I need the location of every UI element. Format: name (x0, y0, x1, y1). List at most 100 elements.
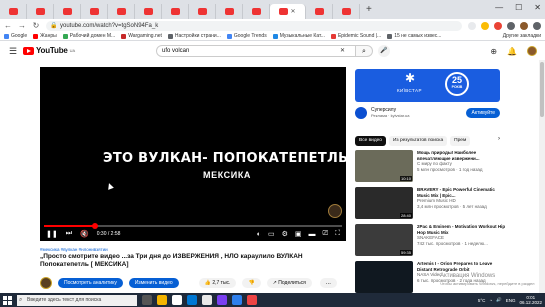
minimize-icon[interactable]: — (495, 3, 503, 12)
browser-tab[interactable] (306, 4, 333, 19)
bookmark-item[interactable]: Музыкальные Кат... (272, 33, 325, 39)
share-icon[interactable] (468, 21, 476, 30)
app-icon[interactable] (217, 295, 227, 305)
clear-search-icon[interactable]: ✕ (340, 47, 345, 54)
view-analytics-button[interactable]: Посмотреть аналитику (58, 277, 123, 288)
windows-start-icon[interactable] (3, 295, 12, 305)
tab-close-icon[interactable]: ✕ (290, 8, 295, 15)
volume-muted-icon[interactable]: 🔇 (80, 230, 89, 238)
search-input[interactable]: ufo volcan (156, 45, 356, 57)
browser-tab[interactable] (27, 4, 54, 19)
notifications-bell-icon[interactable]: 🔔 (507, 47, 517, 56)
like-button[interactable]: 👍 2,7 тыс. (198, 277, 237, 288)
reload-icon[interactable]: ↻ (32, 21, 40, 30)
edit-video-button[interactable]: Изменить видео (128, 277, 179, 288)
bookmark-item[interactable]: Google Trends (226, 33, 267, 39)
search-button[interactable]: ⌕ (356, 45, 373, 57)
edge-icon[interactable] (187, 295, 197, 305)
video-hashtags[interactable]: #мексика #вулкан #нлонивзятии (40, 247, 108, 252)
clock[interactable]: 0:01 06.12.2022 (519, 295, 542, 305)
theater-mode-icon[interactable]: ▬ (308, 231, 315, 238)
browser-tab[interactable] (243, 4, 270, 19)
channel-avatar[interactable] (40, 276, 52, 289)
new-tab-icon[interactable]: + (366, 4, 372, 15)
more-actions-button[interactable]: ... (319, 277, 337, 288)
extensions-puzzle-icon[interactable] (507, 21, 515, 30)
video-thumbnail[interactable]: 59:35 (355, 224, 413, 256)
network-icon[interactable]: ◔ (489, 298, 492, 303)
bookmark-item[interactable]: Epidemic Sound |... (330, 33, 381, 39)
youtube-play-icon (23, 46, 34, 55)
channel-watermark[interactable] (328, 204, 342, 218)
bookmark-item[interactable]: Рабочий домен М... (62, 33, 115, 39)
video-thumbnail[interactable] (355, 261, 413, 293)
browser-tab[interactable] (216, 4, 243, 19)
profile-icon[interactable] (520, 21, 528, 30)
browser-tab-active[interactable]: ✕ (270, 4, 306, 19)
app-icon[interactable] (247, 295, 257, 305)
volume-icon[interactable]: 🔊 (496, 297, 502, 303)
star-icon[interactable] (481, 21, 489, 30)
ad-cta-button[interactable]: Активуйте (466, 108, 500, 118)
app-icon[interactable] (202, 295, 212, 305)
browser-tab[interactable] (189, 4, 216, 19)
chevron-right-icon[interactable]: › (498, 136, 500, 146)
back-icon[interactable]: ← (4, 21, 12, 30)
advertiser-logo[interactable] (355, 107, 367, 119)
page-scrollbar[interactable] (539, 60, 545, 293)
fullscreen-icon[interactable]: ⛶ (335, 230, 340, 238)
youtube-logo[interactable]: YouTube UA (23, 46, 75, 55)
browser-tab[interactable] (162, 4, 189, 19)
progress-bar[interactable] (44, 223, 342, 229)
video-thumbnail[interactable]: 28:40 (355, 187, 413, 219)
bookmark-item[interactable]: Wargaming.net (121, 33, 162, 39)
browser-tab[interactable] (135, 4, 162, 19)
url-field[interactable]: 🔒 youtube.com/watch?v=tgSoN94Fa_k (46, 20, 462, 31)
extension-icon[interactable] (494, 21, 502, 30)
chrome-icon[interactable] (172, 295, 182, 305)
ad-banner[interactable]: ✱ КИЇВСТАР 25 РОКІВ (355, 69, 500, 102)
browser-tab[interactable] (0, 4, 27, 19)
settings-gear-icon[interactable]: ⚙ (282, 230, 288, 238)
file-explorer-icon[interactable] (157, 295, 167, 305)
menu-kebab-icon[interactable] (533, 21, 541, 30)
browser-tab[interactable] (54, 4, 81, 19)
account-avatar[interactable] (527, 46, 537, 56)
chip-from-search[interactable]: Из результатов поиска (388, 136, 448, 146)
browser-tab[interactable] (333, 4, 360, 19)
weather-temp[interactable]: 5°C (478, 298, 486, 303)
video-player[interactable]: ЭТО ВУЛКАН- ПОПОКАТЕПЕТЛЬ МЕКСИКА ❚❚ ⏭ 🔇… (40, 67, 346, 241)
other-bookmarks[interactable]: Другие закладки (503, 33, 541, 39)
scrollbar-thumb[interactable] (540, 62, 544, 117)
cast-icon[interactable]: ⎚ (322, 230, 328, 238)
share-button[interactable]: ↗ Поделиться (266, 277, 312, 288)
next-icon[interactable]: ⏭ (66, 230, 72, 238)
recommended-video[interactable]: 28:40 BRAVERY - Epic Powerful Cinematic … (355, 187, 515, 221)
forward-icon[interactable]: → (18, 21, 26, 30)
bookmark-item[interactable]: Настройки страни... (167, 33, 221, 39)
menu-hamburger-icon[interactable]: ☰ (9, 46, 17, 57)
miniplayer-icon[interactable]: ▣ (295, 230, 302, 238)
app-icon[interactable] (232, 295, 242, 305)
browser-tab[interactable] (108, 4, 135, 19)
subtitles-icon[interactable]: ▭ (268, 230, 275, 238)
task-view-icon[interactable] (142, 295, 152, 305)
language-indicator[interactable]: ENG (506, 298, 516, 303)
chip-premiere[interactable]: Прем (450, 136, 471, 146)
bookmark-item[interactable]: 15 не самых извес... (387, 33, 441, 39)
video-thumbnail[interactable]: 10:10 (355, 150, 413, 182)
create-icon[interactable]: ⊕ (490, 47, 497, 56)
bookmark-item[interactable]: Жанры (33, 33, 57, 39)
chip-all-videos[interactable]: Все видео (355, 136, 386, 146)
voice-search-button[interactable]: 🎤 (378, 45, 390, 57)
bookmark-item[interactable]: Google (4, 33, 27, 39)
dislike-button[interactable]: 👎 (242, 277, 261, 288)
maximize-icon[interactable]: ☐ (515, 3, 522, 12)
recommended-video[interactable]: 59:35 2Pac & Eminem - Motivation Workout… (355, 224, 515, 258)
recommended-video[interactable]: 10:10 Мощь природы! Наиболее впечатляющи… (355, 150, 515, 184)
close-icon[interactable]: ✕ (534, 3, 541, 12)
taskbar-search-input[interactable]: Введите здесь текст для поиска (17, 294, 137, 306)
pause-icon[interactable]: ❚❚ (46, 230, 58, 238)
autoplay-toggle-icon[interactable]: ◐ (257, 231, 261, 238)
browser-tab[interactable] (81, 4, 108, 19)
